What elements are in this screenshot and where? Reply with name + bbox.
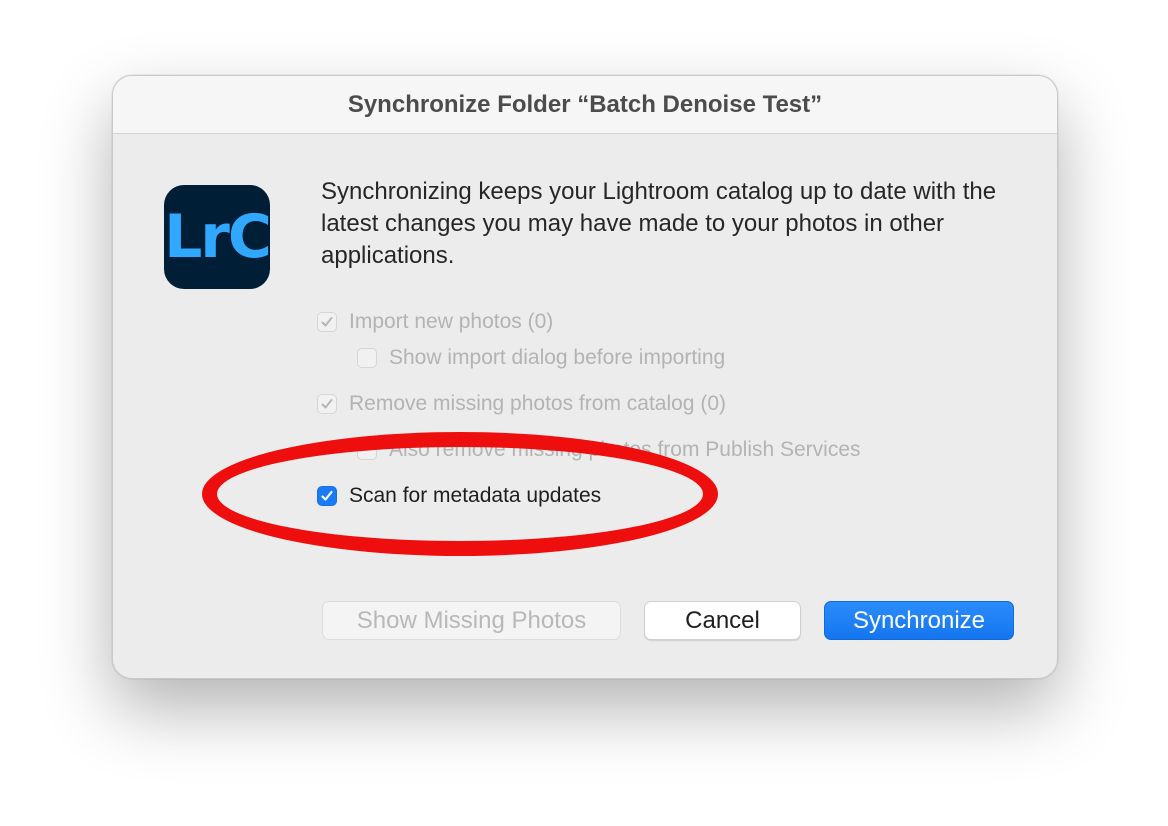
show-missing-photos-button[interactable]: Show Missing Photos: [322, 601, 621, 640]
option-remove-from-publish-services[interactable]: Also remove missing photos from Publish …: [357, 438, 861, 462]
lightroom-classic-icon: LrC: [164, 185, 272, 289]
show-import-dialog-checkbox[interactable]: [357, 348, 377, 368]
app-icon-label: LrC: [164, 202, 272, 272]
scan-metadata-updates-checkbox[interactable]: [317, 486, 337, 506]
checkmark-icon: [321, 490, 333, 501]
dialog-titlebar: Synchronize Folder “Batch Denoise Test”: [113, 76, 1057, 134]
dialog-title: Synchronize Folder “Batch Denoise Test”: [347, 90, 823, 118]
remove-missing-photos-checkbox[interactable]: [317, 394, 337, 414]
checkmark-icon: [321, 317, 333, 327]
remove-missing-photos-label: Remove missing photos from catalog (0): [349, 392, 726, 415]
option-remove-missing-photos[interactable]: Remove missing photos from catalog (0): [317, 392, 726, 416]
cancel-button[interactable]: Cancel: [644, 601, 801, 640]
synchronize-folder-dialog: Synchronize Folder “Batch Denoise Test” …: [112, 75, 1058, 679]
import-new-photos-checkbox[interactable]: [317, 312, 337, 332]
import-new-photos-label: Import new photos (0): [349, 310, 554, 333]
option-show-import-dialog[interactable]: Show import dialog before importing: [357, 346, 725, 370]
dialog-message: Synchronizing keeps your Lightroom catal…: [321, 178, 997, 269]
remove-from-publish-services-label: Also remove missing photos from Publish …: [389, 438, 861, 461]
scan-metadata-updates-label: Scan for metadata updates: [349, 484, 602, 507]
remove-from-publish-services-checkbox[interactable]: [357, 440, 377, 460]
option-import-new-photos[interactable]: Import new photos (0): [317, 310, 553, 334]
synchronize-button[interactable]: Synchronize: [824, 601, 1014, 640]
checkmark-icon: [321, 399, 333, 409]
show-import-dialog-label: Show import dialog before importing: [389, 346, 726, 369]
option-scan-metadata-updates[interactable]: Scan for metadata updates: [317, 484, 601, 508]
